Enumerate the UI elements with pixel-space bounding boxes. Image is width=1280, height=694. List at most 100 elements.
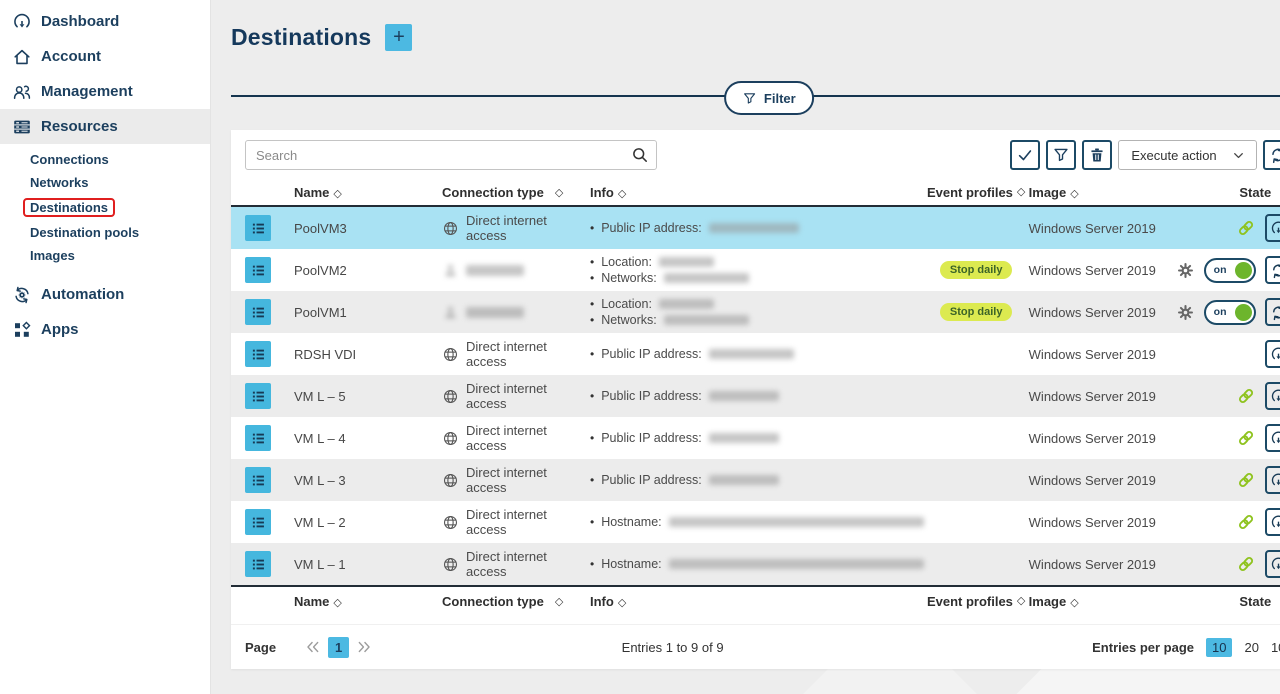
list-icon xyxy=(250,556,267,573)
column-header-event-profiles[interactable]: Event profiles◇ xyxy=(924,594,1029,609)
connection-type: Direct internet access xyxy=(466,339,590,369)
column-header-info[interactable]: Info◇ xyxy=(590,594,924,609)
person-icon xyxy=(442,262,459,279)
row-image: Windows Server 2019 xyxy=(1029,389,1175,404)
select-all-button[interactable] xyxy=(1010,140,1040,170)
sidebar-item-dashboard[interactable]: Dashboard xyxy=(0,4,210,39)
toggle-knob xyxy=(1235,262,1252,279)
connect-button[interactable] xyxy=(1265,340,1280,368)
table-footer-header: Name◇ Connection type◇ Info◇ Event profi… xyxy=(231,585,1280,615)
page-size-option-10[interactable]: 10 xyxy=(1206,638,1232,657)
list-icon xyxy=(250,262,267,279)
row-name: VM L – 2 xyxy=(294,515,442,530)
row-menu-button[interactable] xyxy=(245,299,271,325)
page-size-option-100[interactable]: 100 xyxy=(1271,640,1280,655)
page-size-option-20[interactable]: 20 xyxy=(1244,640,1258,655)
sidebar-item-images[interactable]: Images xyxy=(30,244,210,267)
table-row[interactable]: VM L – 5 Direct internet access Public I… xyxy=(231,375,1280,417)
column-header-name[interactable]: Name◇ xyxy=(294,594,442,609)
sidebar-item-account[interactable]: Account xyxy=(0,39,210,74)
link-icon[interactable] xyxy=(1236,386,1256,406)
search-icon[interactable] xyxy=(631,146,649,164)
row-menu-button[interactable] xyxy=(245,383,271,409)
filter-columns-button[interactable] xyxy=(1046,140,1076,170)
restart-button[interactable] xyxy=(1265,256,1280,284)
connection-type: Direct internet access xyxy=(466,549,590,579)
sort-icon: ◇ xyxy=(1070,597,1078,609)
connect-button[interactable] xyxy=(1265,466,1280,494)
row-menu-button[interactable] xyxy=(245,341,271,367)
list-icon xyxy=(250,388,267,405)
table-row[interactable]: VM L – 2 Direct internet access Hostname… xyxy=(231,501,1280,543)
info-label: Location: xyxy=(601,296,652,312)
row-menu-button[interactable] xyxy=(245,215,271,241)
sidebar-item-destinations[interactable]: Destinations xyxy=(30,194,210,221)
search-input[interactable] xyxy=(245,140,657,170)
column-header-image[interactable]: Image◇ xyxy=(1029,185,1175,200)
gauge-icon xyxy=(1270,556,1280,573)
execute-action-dropdown[interactable]: Execute action xyxy=(1118,140,1256,170)
column-header-event-profiles[interactable]: Event profiles◇ xyxy=(924,185,1029,200)
row-menu-button[interactable] xyxy=(245,467,271,493)
table-row[interactable]: VM L – 4 Direct internet access Public I… xyxy=(231,417,1280,459)
filter-button[interactable]: Filter xyxy=(724,81,814,115)
table-row[interactable]: VM L – 3 Direct internet access Public I… xyxy=(231,459,1280,501)
connect-button[interactable] xyxy=(1265,214,1280,242)
link-icon[interactable] xyxy=(1236,554,1256,574)
redacted-value xyxy=(709,475,779,485)
link-icon[interactable] xyxy=(1236,470,1256,490)
connect-button[interactable] xyxy=(1265,550,1280,578)
refresh-table-button[interactable] xyxy=(1263,140,1280,170)
table-row[interactable]: PoolVM1 Location: Networks: Stop daily W… xyxy=(231,291,1280,333)
gauge-icon xyxy=(1270,472,1280,489)
column-header-info[interactable]: Info◇ xyxy=(590,185,924,200)
red-annotation-box: Destinations xyxy=(23,198,115,217)
sidebar-item-networks[interactable]: Networks xyxy=(30,171,210,194)
connect-button[interactable] xyxy=(1265,424,1280,452)
link-icon[interactable] xyxy=(1236,218,1256,238)
globe-icon xyxy=(442,346,459,363)
redacted-value xyxy=(669,517,924,527)
row-menu-button[interactable] xyxy=(245,551,271,577)
table-row[interactable]: PoolVM2 Location: Networks: Stop daily W… xyxy=(231,249,1280,291)
row-menu-button[interactable] xyxy=(245,257,271,283)
column-header-name[interactable]: Name◇ xyxy=(294,185,442,200)
link-icon[interactable] xyxy=(1236,512,1256,532)
sort-icon: ◇ xyxy=(618,188,626,200)
column-header-state[interactable]: State◇ xyxy=(1175,594,1280,609)
add-destination-button[interactable]: + xyxy=(385,24,412,51)
power-toggle[interactable]: on xyxy=(1204,300,1256,325)
column-header-image[interactable]: Image◇ xyxy=(1029,594,1175,609)
restart-button[interactable] xyxy=(1265,298,1280,326)
table-row[interactable]: RDSH VDI Direct internet access Public I… xyxy=(231,333,1280,375)
gauge-icon xyxy=(12,12,32,32)
column-header-connection-type[interactable]: Connection type◇ xyxy=(442,594,590,609)
link-icon[interactable] xyxy=(1236,428,1256,448)
globe-icon xyxy=(442,472,459,489)
info-label: Hostname: xyxy=(601,514,661,530)
column-header-state[interactable]: State◇ xyxy=(1175,185,1280,200)
list-icon xyxy=(250,514,267,531)
table-row[interactable]: PoolVM3 Direct internet access Public IP… xyxy=(231,207,1280,249)
table-row[interactable]: VM L – 1 Direct internet access Hostname… xyxy=(231,543,1280,585)
redacted-value xyxy=(664,315,749,325)
sidebar-item-label: Account xyxy=(41,48,101,65)
delete-button[interactable] xyxy=(1082,140,1112,170)
gauge-icon xyxy=(1270,220,1280,237)
gear-icon[interactable] xyxy=(1176,261,1195,280)
connect-button[interactable] xyxy=(1265,382,1280,410)
sidebar-item-management[interactable]: Management xyxy=(0,74,210,109)
sidebar-item-destination-pools[interactable]: Destination pools xyxy=(30,221,210,244)
row-menu-button[interactable] xyxy=(245,425,271,451)
sidebar-item-resources[interactable]: Resources xyxy=(0,109,210,144)
list-icon xyxy=(250,220,267,237)
column-header-connection-type[interactable]: Connection type◇ xyxy=(442,185,590,200)
sidebar-item-automation[interactable]: Automation xyxy=(0,277,210,312)
power-toggle[interactable]: on xyxy=(1204,258,1256,283)
connect-button[interactable] xyxy=(1265,508,1280,536)
row-image: Windows Server 2019 xyxy=(1029,431,1175,446)
gear-icon[interactable] xyxy=(1176,303,1195,322)
sidebar-item-connections[interactable]: Connections xyxy=(30,148,210,171)
sidebar-item-apps[interactable]: Apps xyxy=(0,312,210,347)
row-menu-button[interactable] xyxy=(245,509,271,535)
